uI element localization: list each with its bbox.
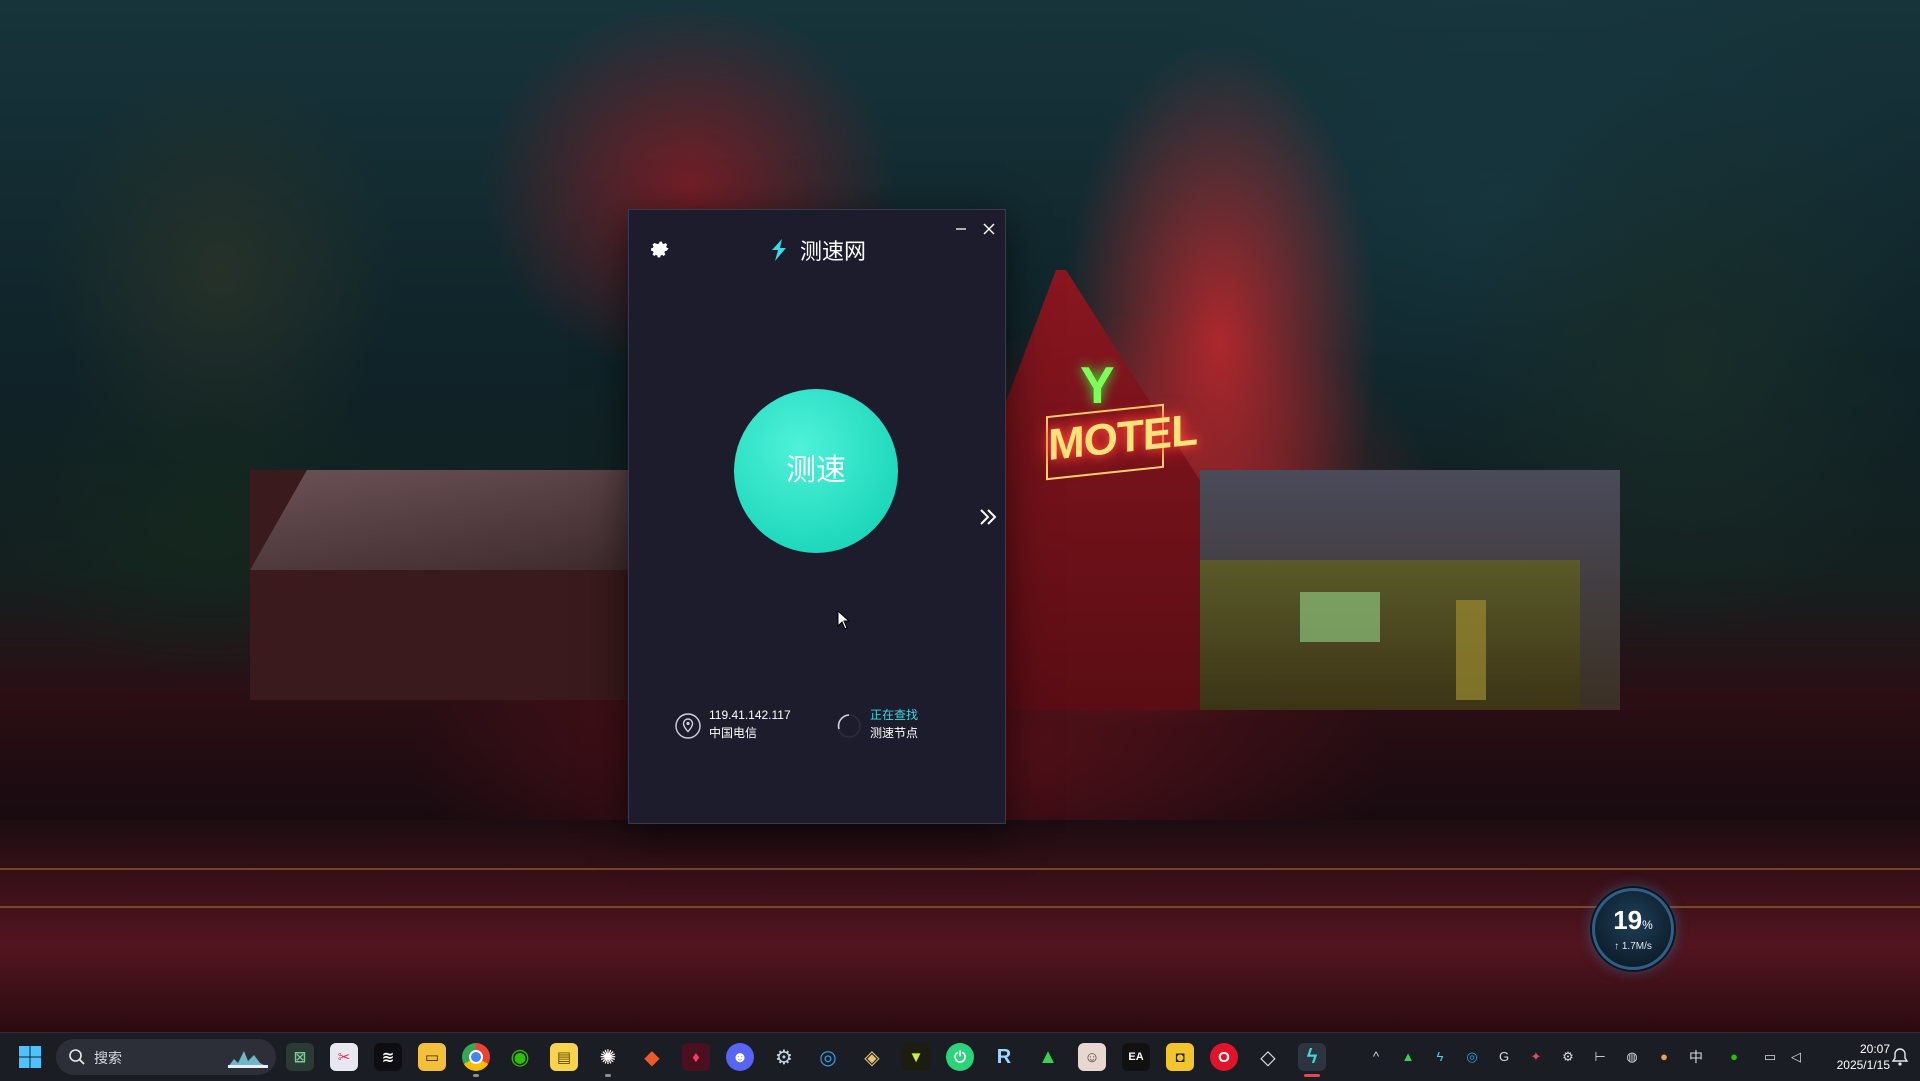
search-placeholder: 搜索 <box>94 1050 122 1066</box>
launcher-icon[interactable]: ◘ <box>1166 1043 1194 1071</box>
file-explorer-icon[interactable]: ▭ <box>418 1043 446 1071</box>
avatar-app-icon[interactable]: ☺ <box>1078 1043 1106 1071</box>
node-status: 正在查找 <box>870 708 919 722</box>
browser-icon[interactable]: ◈ <box>858 1043 886 1071</box>
snipping-tool-icon[interactable]: ✂ <box>330 1043 358 1071</box>
start-speedtest-button[interactable]: 测速 <box>734 389 898 553</box>
roblox-icon[interactable]: ◇ <box>1254 1043 1282 1071</box>
mouse-cursor-icon <box>837 610 851 630</box>
vtuber-icon[interactable]: ▼ <box>902 1043 930 1071</box>
minimize-icon <box>956 228 966 230</box>
minimize-button[interactable] <box>949 218 973 242</box>
location-pin-icon <box>675 713 701 739</box>
wechat-icon[interactable]: ◉ <box>506 1043 534 1071</box>
notification-bell-icon[interactable] <box>1890 1047 1910 1067</box>
app-title: 测速网 <box>800 239 867 264</box>
close-button[interactable] <box>977 218 1001 242</box>
speedtest-logo-icon <box>771 239 786 261</box>
chrome-icon[interactable] <box>462 1043 490 1077</box>
taskbar: 搜索 ⊠ ✂ ≋ ▭ ◉ ▤ ✺ ◆ ♦ ☻ ⚙ ◎ ◈ ▼ ⏻ R ▲ ☺ E… <box>0 1032 1920 1081</box>
game-icon[interactable]: ◆ <box>638 1043 666 1071</box>
search-icon <box>69 1049 85 1065</box>
clock-date: 2025/1/15 <box>1836 1058 1890 1072</box>
red-app-icon[interactable]: ♦ <box>682 1043 710 1071</box>
loading-spinner-icon <box>837 714 861 738</box>
tray-g-icon[interactable]: G <box>1494 1047 1514 1067</box>
motel-sign: MOTEL <box>1046 403 1197 481</box>
search-input[interactable]: 搜索 <box>56 1039 276 1075</box>
tray-vpn-icon[interactable]: ◎ <box>1462 1047 1482 1067</box>
isp-name: 中国电信 <box>709 726 758 740</box>
cpu-percent: 19% <box>1613 905 1653 935</box>
notes-icon[interactable]: ▤ <box>550 1043 578 1071</box>
speedtest-app-icon[interactable]: ϟ <box>1298 1043 1326 1077</box>
r-app-icon[interactable]: R <box>990 1043 1018 1071</box>
network-rate: ↑ 1.7M/s <box>1614 941 1652 952</box>
double-chevron-right-icon[interactable] <box>976 505 1000 529</box>
tray-speedtest-icon[interactable]: ϟ <box>1430 1047 1450 1067</box>
microphone-icon[interactable]: ● <box>1654 1047 1674 1067</box>
power-app-icon[interactable]: ⏻ <box>946 1043 974 1071</box>
xbox-icon[interactable]: ⊠ <box>286 1043 314 1071</box>
tray-hm-icon[interactable]: ⊢ <box>1590 1047 1610 1067</box>
node-label: 测速节点 <box>870 726 919 740</box>
triangle-app-icon[interactable]: ▲ <box>1034 1043 1062 1071</box>
ea-icon[interactable]: EA <box>1122 1043 1150 1071</box>
close-icon <box>983 223 995 235</box>
volume-icon[interactable]: ◁ <box>1786 1047 1806 1067</box>
tray-steam2-icon[interactable]: ⚙ <box>1558 1047 1578 1067</box>
windows-start-icon[interactable] <box>18 1045 42 1069</box>
system-clock[interactable]: 20:07 2025/1/15 <box>1810 1041 1890 1073</box>
motel-y-sign: Y <box>1080 357 1115 415</box>
tray-triangle-icon[interactable]: ▲ <box>1398 1047 1418 1067</box>
opera-icon[interactable]: O <box>1210 1043 1238 1071</box>
steam-icon[interactable]: ⚙ <box>770 1043 798 1071</box>
vpn-icon[interactable]: ◎ <box>814 1043 842 1071</box>
discord-icon[interactable]: ☻ <box>726 1043 754 1071</box>
chevron-up-icon[interactable]: ^ <box>1366 1047 1386 1067</box>
network-icon[interactable]: ▭ <box>1760 1047 1780 1067</box>
capcut-icon[interactable]: ≋ <box>374 1043 402 1071</box>
tray-steam-icon[interactable]: ✦ <box>1526 1047 1546 1067</box>
ime-icon[interactable]: 中 <box>1686 1047 1706 1067</box>
speedtest-window: 测速网 测速 119.41.142.117 中国电信 正在查找 测速节点 <box>628 209 1006 824</box>
tray-globe-icon[interactable]: ◍ <box>1622 1047 1642 1067</box>
clock-time: 20:07 <box>1859 1042 1890 1056</box>
openai-icon[interactable]: ✺ <box>594 1043 622 1077</box>
tray-green-icon[interactable]: ● <box>1724 1047 1744 1067</box>
ip-address: 119.41.142.117 <box>709 708 791 722</box>
network-monitor-widget[interactable]: 19% ↑ 1.7M/s <box>1592 888 1674 970</box>
search-highlight-icon <box>228 1051 268 1068</box>
